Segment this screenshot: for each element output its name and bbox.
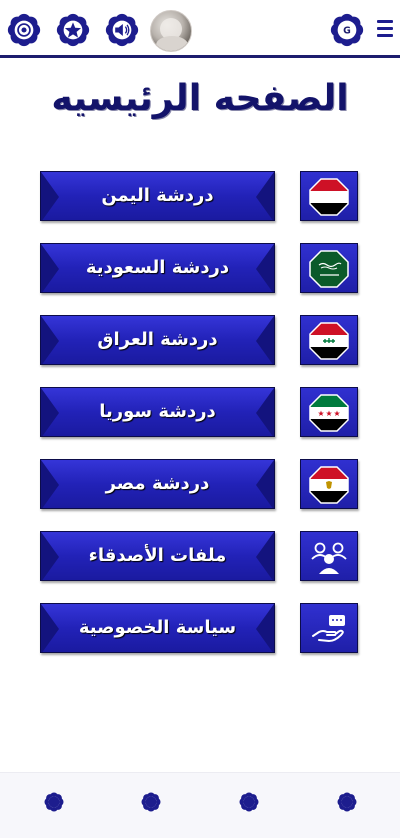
yemen-flag-icon[interactable] (300, 171, 358, 221)
iraq-chat-label: دردشة العراق (97, 329, 218, 350)
yemen-chat-label: دردشة اليمن (101, 185, 214, 206)
friends-files-label: ملفات الأصدقاء (88, 545, 227, 566)
menu-row-saudi[interactable]: دردشة السعودية (40, 243, 360, 295)
friends-files-button[interactable]: ملفات الأصدقاء (40, 531, 275, 581)
egypt-flag-icon[interactable] (300, 459, 358, 509)
yemen-chat-button[interactable]: دردشة اليمن (40, 171, 275, 221)
menu-row-iraq[interactable]: دردشة العراق (40, 315, 360, 367)
privacy-policy-label: سياسة الخصوصية (78, 617, 237, 638)
egypt-chat-button[interactable]: دردشة مصر (40, 459, 275, 509)
privacy-policy-button[interactable]: سياسة الخصوصية (40, 603, 275, 653)
nav-icon-1[interactable] (44, 792, 64, 812)
saudi-chat-button[interactable]: دردشة السعودية (40, 243, 275, 293)
egypt-chat-label: دردشة مصر (105, 473, 210, 494)
friends-icon[interactable] (300, 531, 358, 581)
nav-icon-4[interactable] (337, 792, 357, 812)
syria-chat-label: دردشة سوريا (99, 401, 216, 422)
saudi-chat-label: دردشة السعودية (85, 257, 230, 278)
avatar[interactable] (150, 10, 192, 52)
nav-icon-2[interactable] (141, 792, 161, 812)
saudi-flag-icon[interactable] (300, 243, 358, 293)
privacy-hand-icon[interactable] (300, 603, 358, 653)
menu-row-friends[interactable]: ملفات الأصدقاء (40, 531, 360, 583)
iraq-chat-button[interactable]: دردشة العراق (40, 315, 275, 365)
star-icon[interactable] (56, 13, 90, 47)
menu-row-egypt[interactable]: دردشة مصر (40, 459, 360, 511)
top-divider (0, 55, 400, 58)
page-title: الصفحه الرئيسيه (51, 78, 349, 119)
menu-row-privacy[interactable]: سياسة الخصوصية (40, 603, 360, 655)
top-bar: G (0, 0, 400, 58)
menu-row-syria[interactable]: دردشة سوريا (40, 387, 360, 439)
syria-chat-button[interactable]: دردشة سوريا (40, 387, 275, 437)
syria-flag-icon[interactable] (300, 387, 358, 437)
speaker-icon[interactable] (105, 13, 139, 47)
menu-row-yemen[interactable]: دردشة اليمن (40, 171, 360, 223)
svg-text:G: G (343, 25, 351, 36)
menu-icon[interactable] (377, 20, 393, 38)
settings-flower-icon[interactable] (7, 13, 41, 47)
google-icon[interactable]: G (330, 13, 364, 47)
nav-icon-3[interactable] (239, 792, 259, 812)
iraq-flag-icon[interactable] (300, 315, 358, 365)
